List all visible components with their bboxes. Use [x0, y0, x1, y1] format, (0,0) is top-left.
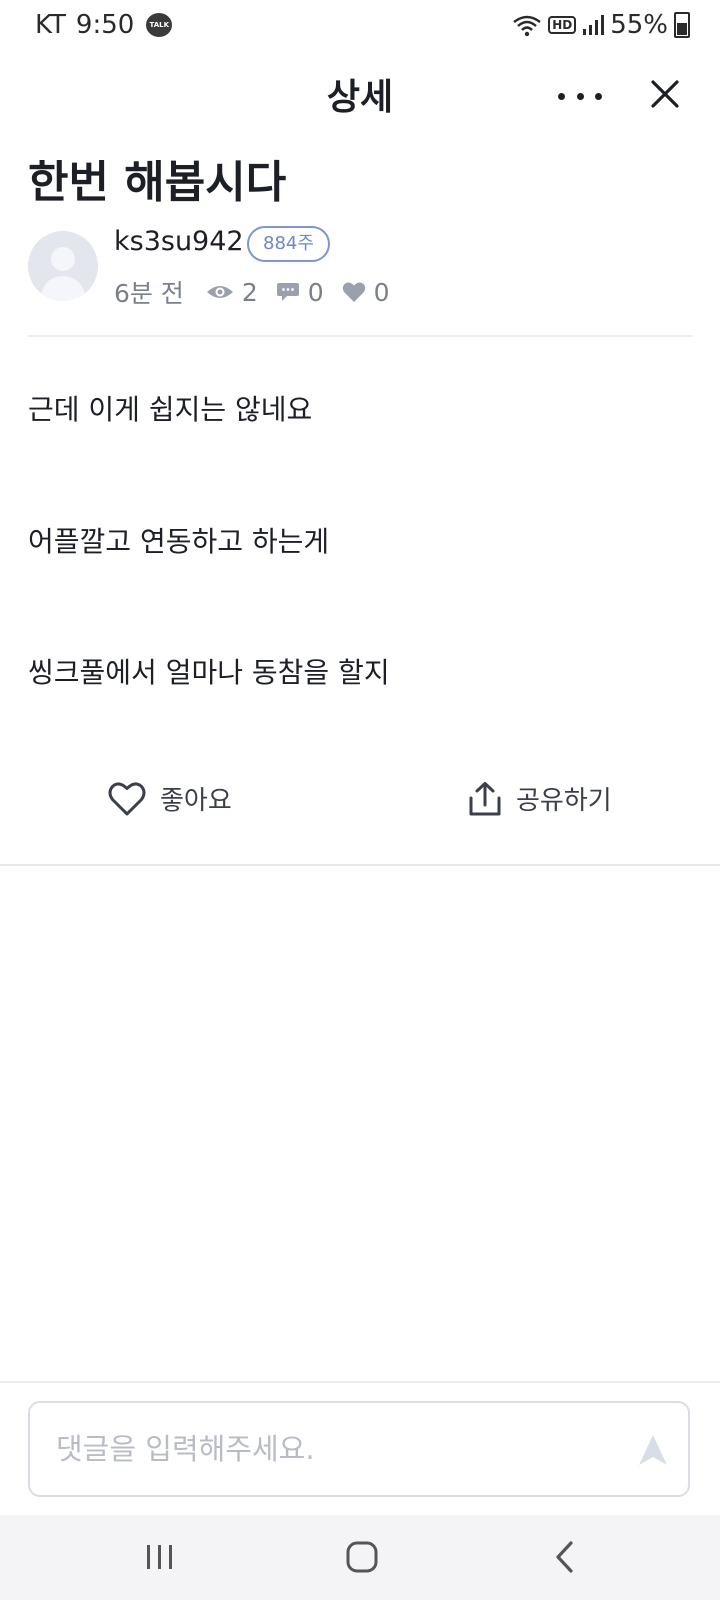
battery-percent: 55% [610, 10, 668, 40]
divider [28, 335, 693, 337]
status-bar: KT 9:50 TALK HD 55% [0, 0, 720, 52]
comment-composer [28, 1401, 690, 1497]
divider [0, 1381, 720, 1383]
view-count: 2 [206, 278, 258, 307]
carrier-label: KT [35, 10, 66, 40]
post-title: 한번 해봅시다 [28, 157, 287, 208]
send-icon[interactable] [636, 1433, 670, 1467]
more-dot [576, 92, 584, 100]
more-dot [595, 92, 602, 100]
status-left: KT 9:50 TALK [35, 10, 173, 40]
share-icon [469, 781, 501, 815]
post-body-line: 씽크풀에서 얼마나 동참을 할지 [28, 656, 390, 689]
author-name[interactable]: ks3su942 [114, 226, 244, 257]
post-time: 6분 전 [114, 279, 184, 308]
battery-icon [674, 12, 690, 38]
like-button-label: 좋아요 [160, 786, 232, 816]
close-icon[interactable] [645, 74, 685, 114]
back-icon[interactable] [546, 1537, 586, 1577]
speech-bubble-icon [276, 283, 299, 301]
recent-apps-icon[interactable] [140, 1537, 180, 1577]
comment-count-value: 0 [307, 277, 324, 307]
status-right: HD 55% [512, 10, 690, 40]
post-meta: 6분 전 2 0 0 [114, 274, 408, 310]
divider [0, 864, 720, 866]
kakaotalk-notification-icon: TALK [146, 13, 173, 37]
wifi-icon [513, 15, 541, 37]
heart-icon [342, 282, 365, 302]
signal-icon [583, 15, 605, 35]
clock: 9:50 [75, 10, 135, 40]
more-dot [558, 92, 565, 100]
avatar[interactable] [28, 231, 98, 301]
comment-count: 0 [276, 278, 324, 307]
top-app-bar: 상세 [0, 58, 720, 132]
heart-outline-icon [108, 781, 146, 815]
like-count-value: 0 [373, 277, 390, 307]
hd-label: HD [552, 18, 573, 32]
more-dots-icon[interactable] [558, 78, 602, 114]
page-title: 상세 [326, 77, 394, 118]
hd-voice-icon: HD [548, 16, 577, 34]
system-nav-bar [0, 1515, 720, 1600]
holding-shares-badge: 884주 [247, 226, 330, 262]
view-count-value: 2 [241, 277, 258, 307]
post-body-line: 근데 이게 쉽지는 않네요 [28, 393, 313, 426]
share-button[interactable]: 공유하기 [468, 780, 612, 817]
home-icon[interactable] [342, 1537, 382, 1577]
post-body-line: 어플깔고 연동하고 하는게 [28, 525, 330, 558]
default-avatar-icon [40, 247, 86, 301]
like-count: 0 [342, 278, 390, 307]
eye-icon [206, 286, 233, 298]
comment-input[interactable] [54, 1423, 598, 1475]
like-button[interactable]: 좋아요 [108, 780, 232, 817]
talk-badge-label: TALK [149, 21, 170, 29]
share-button-label: 공유하기 [516, 786, 612, 816]
